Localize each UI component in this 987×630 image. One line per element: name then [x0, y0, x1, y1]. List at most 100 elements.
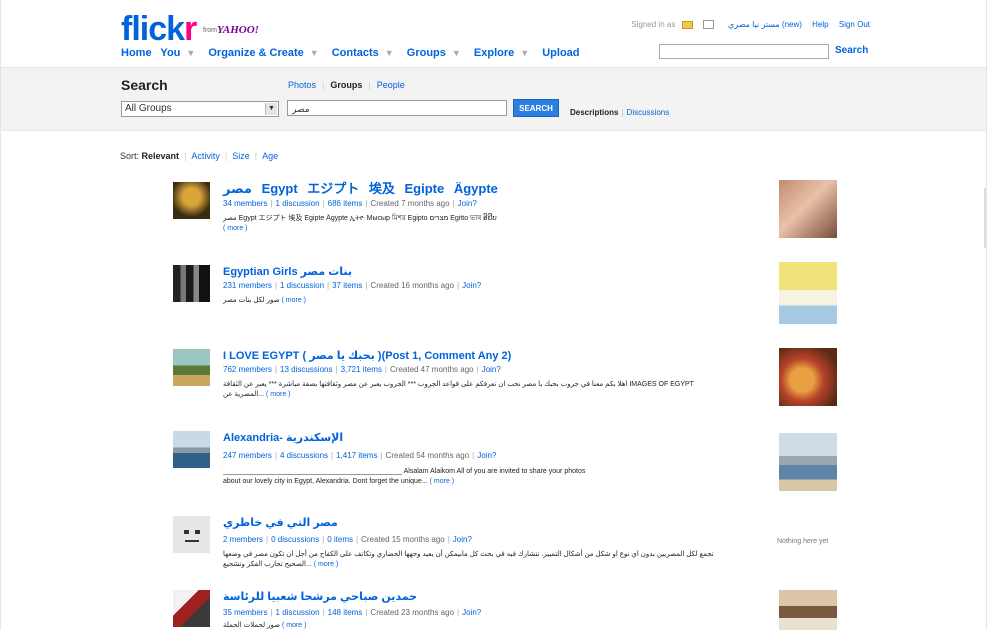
chevron-down-icon[interactable]: ▼ [452, 48, 461, 58]
sort-size[interactable]: Size [232, 151, 250, 161]
items-link[interactable]: 148 items [328, 608, 363, 617]
nav-organize[interactable]: Organize & Create [208, 47, 303, 59]
group-title[interactable]: حمدين صباحي مرشحا شعبيا للرئاسة [223, 590, 417, 603]
signed-in-label: Signed in as [631, 20, 676, 29]
sort-age[interactable]: Age [262, 151, 278, 161]
chevron-down-icon[interactable]: ▼ [520, 48, 529, 58]
more-link[interactable]: ( more ) [282, 297, 307, 304]
nav-upload[interactable]: Upload [542, 47, 579, 59]
mail-icon[interactable] [681, 20, 693, 29]
nav-explore[interactable]: Explore [474, 47, 514, 59]
created-text: Created 47 months ago [390, 365, 474, 374]
inbox-icon[interactable] [702, 20, 714, 30]
discussions-link[interactable]: 1 discussion [280, 281, 324, 290]
description-text: صور لحملات الحملة [223, 622, 281, 629]
members-link[interactable]: 247 members [223, 451, 272, 460]
created-text: Created 7 months ago [370, 199, 450, 208]
scrollbar[interactable] [984, 188, 986, 248]
more-link[interactable]: ( more ) [282, 622, 307, 629]
items-link[interactable]: 37 items [332, 281, 362, 290]
chevron-down-icon[interactable]: ▼ [385, 48, 394, 58]
tab-photos[interactable]: Photos [288, 80, 316, 90]
group-icon[interactable] [173, 349, 210, 386]
group-title[interactable]: Alexandria- الإسكندرية [223, 431, 343, 444]
nav-contacts[interactable]: Contacts [332, 47, 379, 59]
group-description: صور لحملات الحملة ( more ) [223, 621, 306, 630]
group-default-icon[interactable] [173, 516, 210, 553]
more-link[interactable]: ( more ) [430, 478, 455, 485]
members-link[interactable]: 231 members [223, 281, 272, 290]
group-icon[interactable] [173, 265, 210, 302]
sort-relevant[interactable]: Relevant [142, 151, 180, 161]
group-title[interactable]: مصر التي في خاطري [223, 516, 338, 529]
members-link[interactable]: 2 members [223, 535, 263, 544]
account-name[interactable]: مستر نيا مصري (new) [728, 20, 802, 29]
description-text: ________________________________________… [223, 468, 586, 475]
help-link[interactable]: Help [812, 20, 828, 29]
search-button[interactable]: SEARCH [513, 99, 559, 117]
search-filters: Descriptions | Discussions [570, 108, 670, 117]
group-icon[interactable] [173, 431, 210, 468]
nav-you[interactable]: You [160, 47, 180, 59]
site-search-button[interactable]: Search [835, 45, 868, 56]
site-search-input[interactable] [659, 44, 829, 59]
filter-descriptions[interactable]: Descriptions [570, 108, 618, 117]
group-photo[interactable] [779, 180, 837, 238]
chevron-down-icon[interactable]: ▼ [265, 103, 277, 115]
more-link[interactable]: ( more ) [266, 391, 291, 398]
tab-groups[interactable]: Groups [330, 80, 362, 90]
chevron-down-icon[interactable]: ▼ [186, 48, 195, 58]
join-link[interactable]: Join? [453, 535, 472, 544]
items-link[interactable]: 0 items [327, 535, 353, 544]
nav-groups[interactable]: Groups [407, 47, 446, 59]
group-title[interactable]: Egyptian Girls بنات مصر [223, 265, 352, 278]
description-text-2: الصحيح تجارب الفكر وتشجيع... [223, 561, 312, 568]
filter-discussions[interactable]: Discussions [627, 108, 670, 117]
logo-r: r [184, 10, 197, 48]
group-description: اهلا بكم معنا في جروب بحبك يا مصر نحب ان… [223, 380, 743, 400]
items-link[interactable]: 1,417 items [336, 451, 377, 460]
more-link[interactable]: ( more ) [223, 225, 248, 232]
join-link[interactable]: Join? [458, 199, 477, 208]
group-photo[interactable] [779, 590, 837, 630]
created-text: Created 15 months ago [361, 535, 445, 544]
join-link[interactable]: Join? [462, 281, 481, 290]
sort-activity[interactable]: Activity [191, 151, 220, 161]
flickr-page: flickr from YAHOO! Signed in as مستر نيا… [0, 0, 987, 630]
discussions-link[interactable]: 0 discussions [271, 535, 319, 544]
members-link[interactable]: 762 members [223, 365, 272, 374]
yahoo-logo: YAHOO! [217, 24, 259, 36]
created-text: Created 23 months ago [370, 608, 455, 617]
group-icon[interactable] [173, 182, 210, 219]
join-link[interactable]: Join? [477, 451, 496, 460]
scope-select[interactable]: All Groups ▼ [121, 101, 279, 117]
join-link[interactable]: Join? [462, 608, 481, 617]
page-title: Search [121, 77, 168, 93]
items-link[interactable]: 686 items [328, 199, 363, 208]
discussions-link[interactable]: 13 discussions [280, 365, 332, 374]
search-input[interactable]: مصر [287, 100, 507, 116]
sign-out-link[interactable]: Sign Out [839, 20, 870, 29]
discussions-link[interactable]: 1 discussion [276, 608, 320, 617]
group-description: تجمع لكل المصريين بدون اي نوع او شكل من … [223, 550, 743, 570]
group-icon[interactable] [173, 590, 210, 627]
members-link[interactable]: 35 members [223, 608, 267, 617]
group-meta: 34 members | 1 discussion | 686 items | Create… [223, 199, 477, 208]
join-link[interactable]: Join? [482, 365, 501, 374]
group-photo[interactable] [779, 433, 837, 491]
account-links: Signed in as مستر نيا مصري (new) Help Si… [631, 20, 870, 30]
flickr-logo[interactable]: flickr [121, 10, 197, 48]
logo-text: flick [121, 10, 185, 48]
nav-home[interactable]: Home [121, 47, 152, 59]
chevron-down-icon[interactable]: ▼ [310, 48, 319, 58]
discussions-link[interactable]: 4 discussions [280, 451, 328, 460]
discussions-link[interactable]: 1 discussion [276, 199, 320, 208]
group-title[interactable]: مصر Egypt エジプト 埃及 Egipte Ägypte [223, 178, 498, 197]
group-photo[interactable] [779, 262, 837, 324]
items-link[interactable]: 3,721 items [341, 365, 382, 374]
group-photo[interactable] [779, 348, 837, 406]
tab-people[interactable]: People [377, 80, 405, 90]
members-link[interactable]: 34 members [223, 199, 267, 208]
more-link[interactable]: ( more ) [314, 561, 339, 568]
group-title[interactable]: I LOVE EGYPT ( بحبك يا مصر )(Post 1, Com… [223, 349, 511, 362]
